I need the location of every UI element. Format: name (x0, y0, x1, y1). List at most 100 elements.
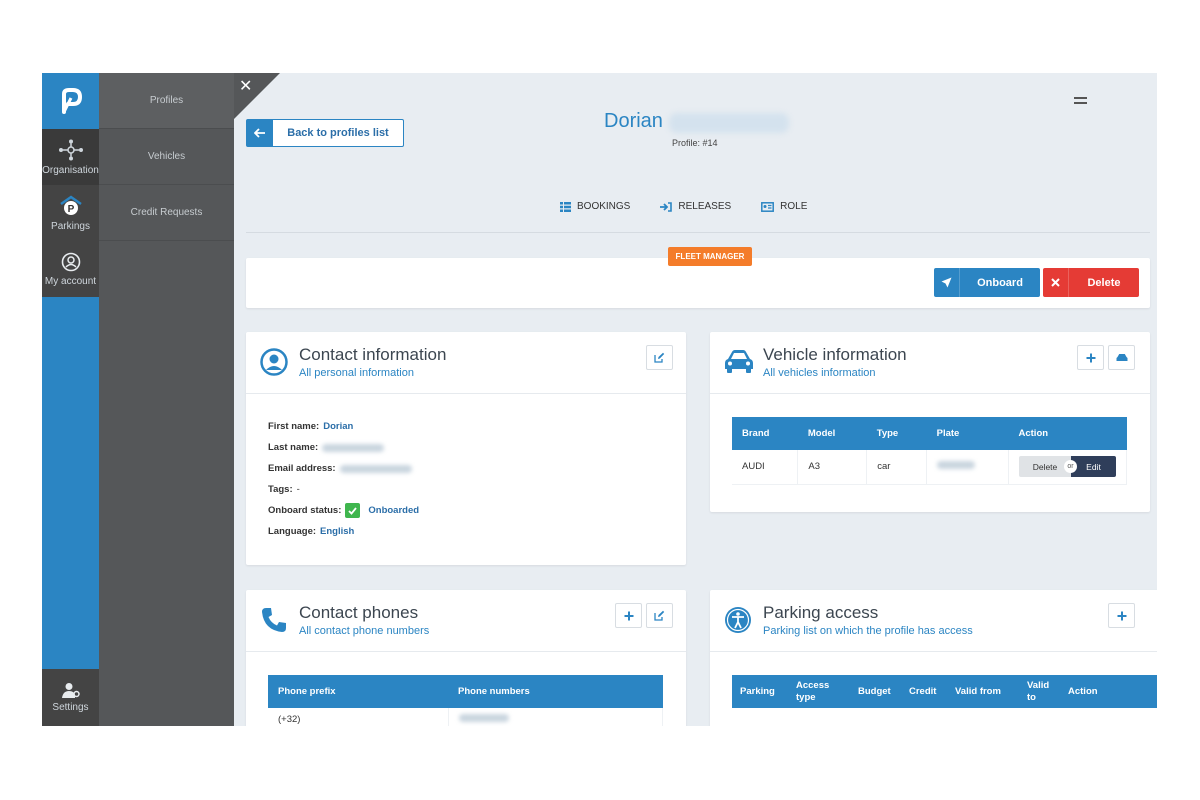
tab-label: BOOKINGS (577, 201, 631, 212)
submenu-item-vehicles[interactable]: Vehicles (99, 129, 234, 185)
app-window: Organisation P Parkings My account Setti… (42, 73, 1157, 726)
card-subtitle: All contact phone numbers (299, 625, 430, 637)
tags-value: - (296, 484, 300, 495)
logo-icon (61, 88, 82, 114)
tab-label: ROLE (780, 201, 808, 212)
close-icon (1043, 268, 1069, 297)
app-logo[interactable] (42, 73, 99, 129)
card-title: Parking access (763, 603, 879, 622)
column-header: Parking (732, 675, 788, 708)
phone-icon (262, 608, 286, 632)
vehicle-information-card: Vehicle information All vehicles informa… (710, 332, 1150, 512)
table-row: (+32) (268, 708, 663, 726)
edit-icon (654, 610, 665, 621)
first-name-value: Dorian (323, 421, 354, 432)
delete-label: Delete (1087, 276, 1121, 289)
phone-number-redacted (458, 714, 509, 723)
plus-icon (1086, 353, 1095, 362)
tab-role[interactable]: ROLE (761, 201, 807, 212)
table-header-row: Parking Access type Budget Credit Valid … (732, 675, 1157, 708)
column-header: Model (797, 417, 867, 450)
add-phone-button[interactable] (615, 603, 642, 628)
parking-access-card: Parking access Parking list on which the… (710, 590, 1157, 726)
edit-vehicle-button[interactable]: Edit (1071, 456, 1116, 478)
column-header: Valid from (947, 675, 1019, 708)
sub-menu: Profiles Vehicles Credit Requests (99, 73, 234, 726)
type-cell: car (866, 450, 928, 485)
card-title: Vehicle information (763, 345, 907, 364)
column-header: Credit (901, 675, 947, 708)
plate-cell (926, 450, 1009, 485)
profile-tabs: BOOKINGS RELEASES ROLE (560, 201, 807, 212)
card-title: Contact phones (299, 603, 419, 622)
table-header-row: Phone prefix Phone numbers (268, 675, 663, 708)
profile-last-name-redacted (669, 113, 789, 133)
table-row: AUDI A3 car Delete or Edit (732, 450, 1127, 485)
rail-item-parkings[interactable]: P Parkings (42, 185, 99, 241)
rail-item-organisation[interactable]: Organisation (42, 129, 99, 185)
language-row: Language: English (268, 521, 419, 542)
column-header: Brand (732, 417, 798, 450)
submenu-item-profiles[interactable]: Profiles (99, 73, 234, 129)
card-header: Contact phones All contact phone numbers (246, 590, 686, 652)
first-name-row: First name: Dorian (268, 416, 419, 437)
check-icon (345, 503, 361, 518)
field-label: Email address: (268, 463, 336, 474)
profile-first-name: Dorian (604, 110, 663, 132)
role-badge: FLEET MANAGER (668, 247, 752, 266)
number-cell (448, 708, 663, 726)
close-icon[interactable]: ✕ (239, 79, 252, 95)
email-row: Email address: (268, 458, 419, 479)
edit-icon (654, 352, 665, 363)
tab-label: RELEASES (678, 201, 732, 212)
onboard-label: Onboard (977, 276, 1023, 289)
add-vehicle-button[interactable] (1077, 345, 1104, 370)
vehicles-button[interactable] (1108, 345, 1135, 370)
submenu-item-credit-requests[interactable]: Credit Requests (99, 185, 234, 241)
edit-phones-button[interactable] (646, 603, 673, 628)
settings-button[interactable]: Settings (42, 669, 99, 726)
email-redacted (339, 464, 412, 473)
prefix-cell: (+32) (268, 708, 449, 726)
profile-number: Profile: #14 (672, 138, 718, 148)
parking-icon: P (59, 194, 82, 215)
settings-label: Settings (52, 702, 89, 713)
car-small-icon (1116, 354, 1127, 361)
back-to-profiles-button[interactable]: Back to profiles list (246, 119, 404, 147)
plus-icon (624, 611, 633, 620)
tabs-divider (246, 232, 1150, 233)
account-icon (61, 252, 80, 271)
menu-icon[interactable] (1074, 97, 1087, 107)
card-subtitle: All vehicles information (763, 367, 876, 379)
contact-fields: First name: Dorian Last name: Email addr… (268, 416, 419, 542)
column-header: Access type (788, 675, 850, 708)
user-settings-icon (61, 683, 80, 698)
car-icon (725, 350, 753, 373)
main-content: ✕ Back to profiles list Dorian Profile: … (234, 73, 1157, 726)
tags-row: Tags: - (268, 479, 419, 500)
vehicle-row-actions: Delete or Edit (1019, 456, 1116, 478)
rail-label-parkings: Parkings (51, 220, 90, 232)
last-name-redacted (322, 443, 385, 452)
add-parking-access-button[interactable] (1108, 603, 1135, 628)
column-header: Action (1008, 417, 1127, 450)
id-card-icon (761, 201, 775, 212)
card-title: Contact information (299, 345, 447, 364)
paper-plane-icon (934, 268, 960, 297)
tab-releases[interactable]: RELEASES (660, 201, 731, 212)
sign-in-icon (660, 201, 673, 212)
tab-bookings[interactable]: BOOKINGS (560, 201, 630, 212)
list-icon (560, 201, 571, 212)
card-subtitle: All personal information (299, 367, 414, 379)
column-header: Action (1060, 675, 1157, 708)
edit-contact-button[interactable] (646, 345, 673, 370)
delete-profile-button[interactable]: Delete (1043, 268, 1139, 297)
plate-redacted (937, 461, 976, 470)
field-label: Tags: (268, 484, 293, 495)
brand-cell: AUDI (732, 450, 799, 485)
rail-item-my-account[interactable]: My account (42, 241, 99, 297)
card-header: Vehicle information All vehicles informa… (710, 332, 1150, 394)
column-header: Phone prefix (268, 675, 448, 708)
user-circle-icon (260, 348, 288, 376)
onboard-button[interactable]: Onboard (934, 268, 1040, 297)
